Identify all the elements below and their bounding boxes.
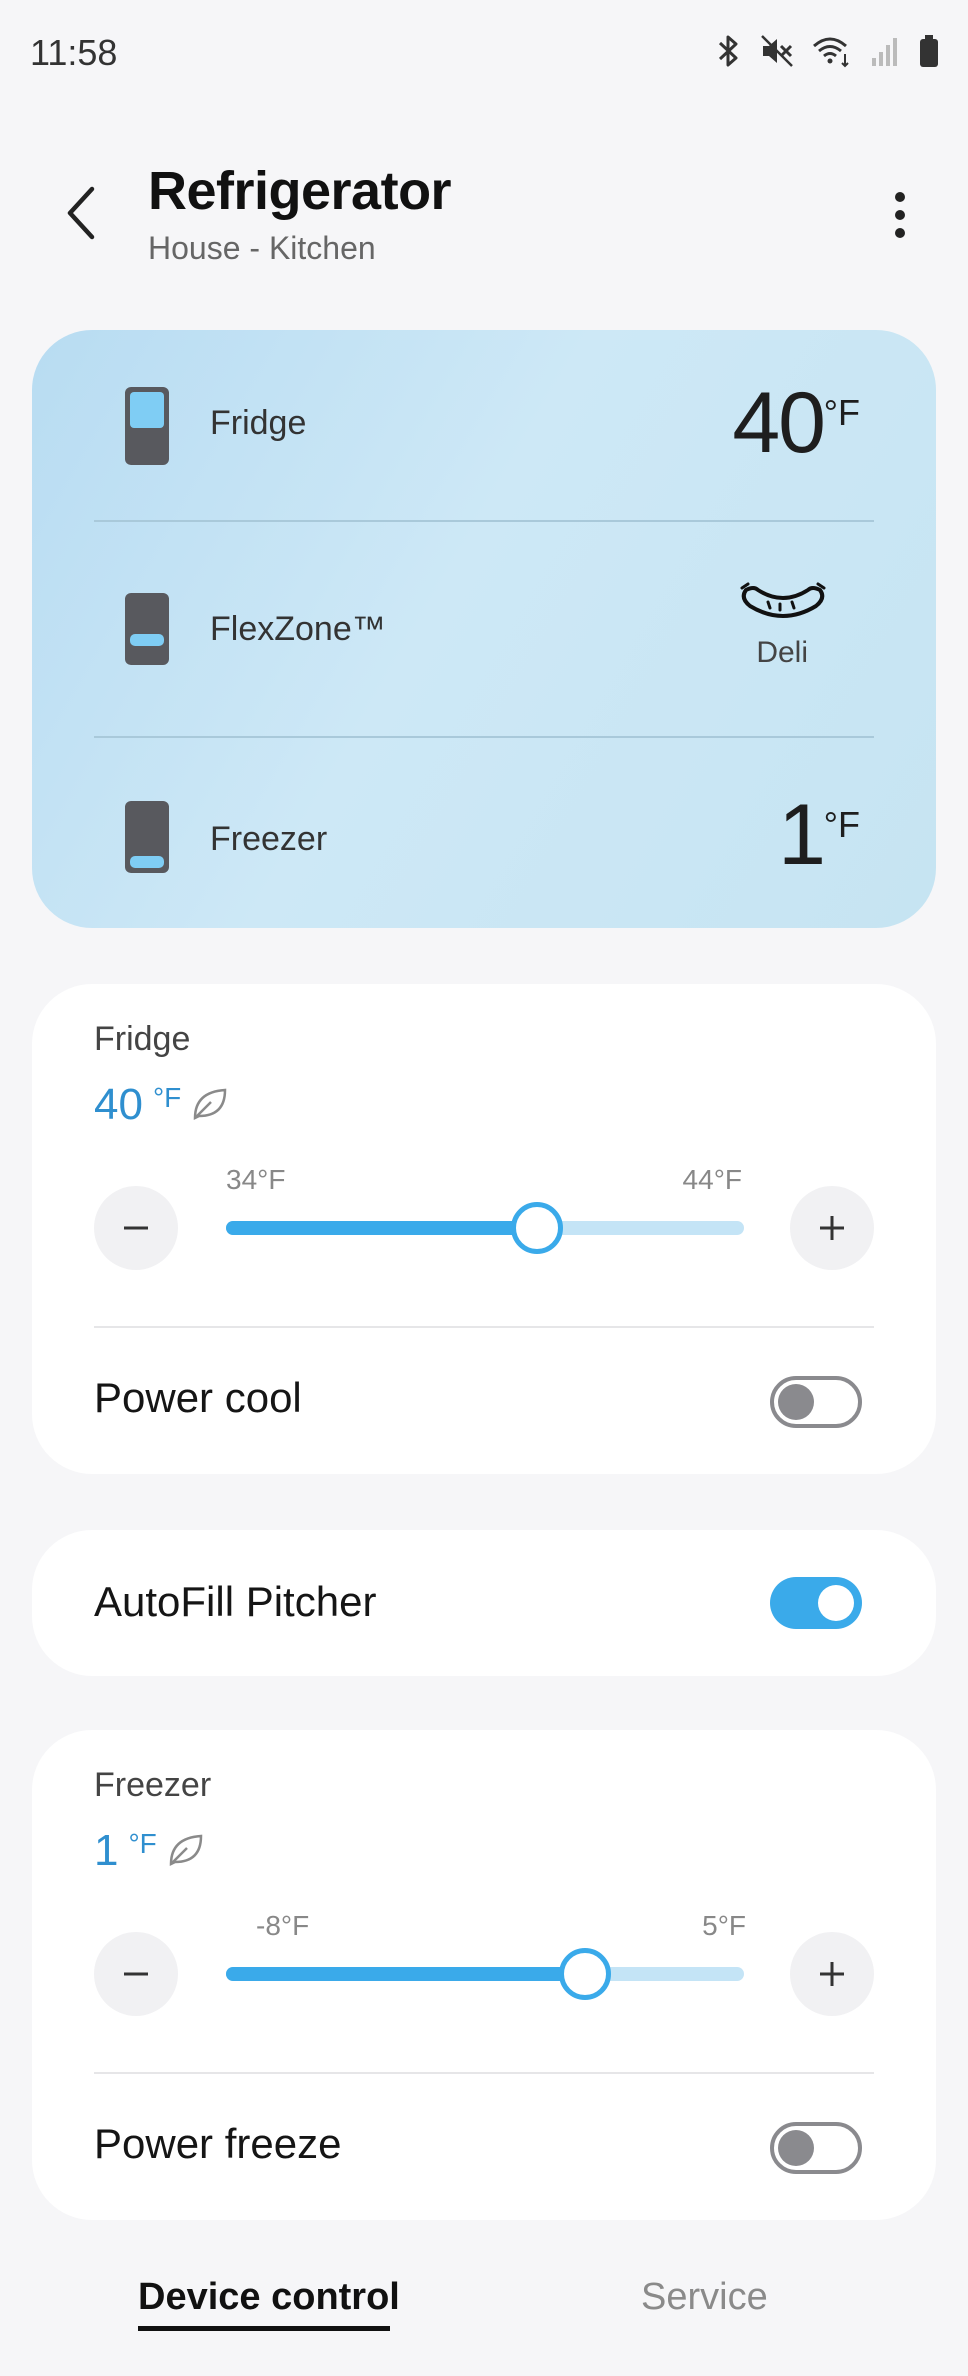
tab-device-control[interactable]: Device control [138, 2276, 400, 2319]
plus-icon [820, 1216, 844, 1240]
fridge-temp-value: 40 [94, 1080, 143, 1129]
freezer-max-label: 5°F [702, 1910, 746, 1941]
zone-temp-fridge: 40 [732, 375, 826, 471]
freezer-increase-button[interactable] [790, 1932, 874, 2016]
bluetooth-icon [716, 34, 742, 68]
tab-service[interactable]: Service [641, 2276, 768, 2319]
fridge-control-card: Fridge 40 °F 34°F 44°F Power cool [32, 984, 936, 1474]
zone-unit-fridge: °F [823, 392, 860, 433]
power-freeze-toggle[interactable] [770, 2122, 862, 2174]
signal-icon [870, 34, 900, 68]
freezer-zone-icon [125, 801, 169, 873]
zone-row-freezer[interactable]: Freezer 1 °F [32, 736, 936, 936]
back-button[interactable] [56, 178, 106, 248]
status-icons [716, 34, 940, 68]
card-divider [94, 2072, 874, 2074]
minus-icon [124, 1226, 148, 1230]
zone-unit-freezer: °F [823, 804, 860, 845]
fridge-decrease-button[interactable] [94, 1186, 178, 1270]
active-tab-indicator [138, 2326, 390, 2331]
fridge-slider-fill [226, 1221, 537, 1235]
freezer-control-card: Freezer 1 °F -8°F 5°F Power freeze [32, 1730, 936, 2220]
flexzone-mode-label: Deli [756, 636, 808, 669]
fridge-min-label: 34°F [226, 1164, 286, 1195]
more-options-button[interactable] [880, 180, 920, 250]
power-cool-toggle[interactable] [770, 1376, 862, 1428]
fridge-temp-slider[interactable] [226, 1202, 744, 1254]
mute-icon [760, 34, 794, 68]
autofill-pitcher-toggle[interactable] [770, 1577, 862, 1629]
fridge-temp-unit: °F [152, 1082, 182, 1113]
zone-name-flexzone: FlexZone™ [210, 610, 386, 648]
freezer-decrease-button[interactable] [94, 1932, 178, 2016]
fridge-slider-thumb[interactable] [510, 1202, 563, 1254]
autofill-pitcher-label: AutoFill Pitcher [94, 1578, 377, 1625]
freezer-slider-fill [226, 1967, 585, 1981]
zone-row-flexzone[interactable]: FlexZone™ Deli [32, 520, 936, 720]
zone-name-freezer: Freezer [210, 820, 328, 858]
more-vertical-icon [895, 192, 905, 238]
page-title: Refrigerator [148, 161, 452, 221]
eco-leaf-icon [194, 1088, 227, 1121]
wifi-icon [812, 34, 852, 68]
freezer-current-temp: 1 °F [94, 1826, 205, 1876]
power-freeze-label: Power freeze [94, 2120, 342, 2167]
power-cool-label: Power cool [94, 1374, 302, 1421]
plus-icon [820, 1962, 844, 1986]
toggle-knob [778, 1384, 814, 1420]
freezer-control-label: Freezer [94, 1766, 212, 1804]
deli-sausage-icon [740, 582, 826, 618]
eco-leaf-icon [169, 1834, 203, 1867]
toggle-knob [778, 2130, 814, 2166]
status-time: 11:58 [30, 32, 118, 73]
freezer-temp-unit: °F [128, 1828, 157, 1859]
fridge-zone-icon [125, 387, 169, 465]
freezer-min-label: -8°F [256, 1910, 310, 1941]
toggle-knob [818, 1585, 854, 1621]
freezer-slider-thumb[interactable] [558, 1948, 611, 2000]
freezer-temp-value: 1 [94, 1826, 119, 1875]
zone-name-fridge: Fridge [210, 404, 307, 442]
fridge-control-label: Fridge [94, 1020, 191, 1058]
chevron-left-icon [67, 186, 95, 240]
zone-temp-freezer: 1 [778, 787, 826, 883]
autofill-pitcher-card: AutoFill Pitcher [32, 1530, 936, 1676]
freezer-temp-slider[interactable] [226, 1948, 744, 2000]
minus-icon [124, 1972, 148, 1976]
card-divider [94, 1326, 874, 1328]
fridge-increase-button[interactable] [790, 1186, 874, 1270]
battery-icon [918, 34, 940, 68]
zones-summary-card[interactable]: Fridge 40 °F FlexZone™ Deli Freezer 1 °F [32, 330, 936, 928]
page-subtitle: House - Kitchen [148, 230, 376, 266]
fridge-max-label: 44°F [682, 1164, 742, 1195]
flexzone-icon [125, 593, 169, 665]
zone-row-fridge[interactable]: Fridge 40 °F [32, 330, 936, 530]
fridge-current-temp: 40 °F [94, 1080, 229, 1130]
